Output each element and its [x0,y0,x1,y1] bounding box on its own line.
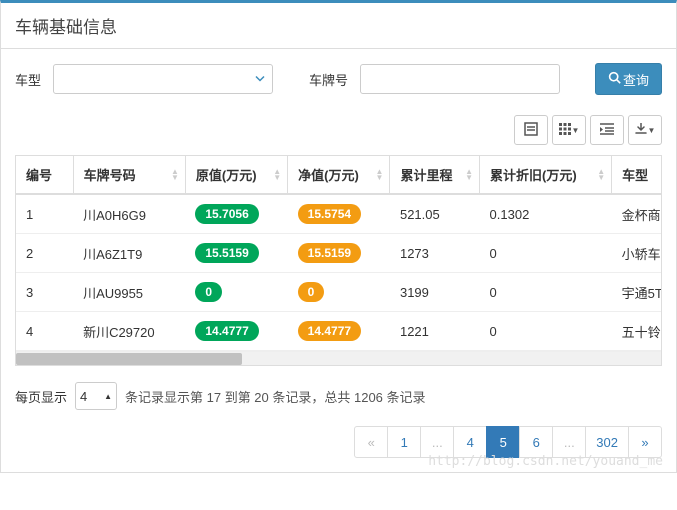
net-badge: 15.5754 [298,204,361,224]
page-size-select[interactable]: 4 ▲ [75,382,117,410]
table-row[interactable]: 4新川C29720 14.4777 14.4777 12210五十铃牌车 [16,312,662,351]
cell-original: 15.7056 [185,194,287,234]
cell-net: 0 [288,273,390,312]
indent-icon [600,123,614,138]
search-icon [608,71,621,87]
cell-original: 14.4777 [185,312,287,351]
cell-type: 小轿车 [612,234,662,273]
search-row: 车型 车牌号 查询 [15,63,662,95]
cell-plate: 新川C29720 [73,312,185,351]
cell-net: 15.5754 [288,194,390,234]
list-icon [524,122,538,139]
cell-type: 宇通5T拖 [612,273,662,312]
page-6[interactable]: 6 [519,426,553,458]
col-depr[interactable]: 累计折旧(万元)▲▼ [480,156,612,194]
net-badge: 15.5159 [298,243,361,263]
page-next[interactable]: » [628,426,662,458]
col-mileage[interactable]: 累计里程▲▼ [390,156,480,194]
cell-mileage: 1221 [390,312,480,351]
horizontal-scrollbar[interactable] [16,351,661,365]
caret-down-icon: ▼ [572,126,580,135]
footer-row: 每页显示 4 ▲ 条记录显示第 17 到第 20 条记录，总共 1206 条记录 [15,382,662,410]
type-select[interactable] [53,64,273,94]
table-wrap: 编号 车牌号码▲▼ 原值(万元)▲▼ 净值(万元)▲▼ 累计里程▲▼ 累计折旧(… [15,155,662,366]
page-1[interactable]: 1 [387,426,421,458]
cell-id: 1 [16,194,73,234]
cell-id: 4 [16,312,73,351]
cell-id: 3 [16,273,73,312]
page-size-label: 每页显示 [15,387,67,406]
records-info: 条记录显示第 17 到第 20 条记录，总共 1206 条记录 [125,387,426,406]
export-button[interactable]: ▼ [628,115,662,145]
query-button[interactable]: 查询 [595,63,662,95]
table-row[interactable]: 3川AU99550031990宇通5T拖 [16,273,662,312]
net-badge: 0 [298,282,325,302]
cell-plate: 川A6Z1T9 [73,234,185,273]
cell-mileage: 1273 [390,234,480,273]
net-badge: 14.4777 [298,321,361,341]
panel-body: 车型 车牌号 查询 [1,49,676,472]
cell-type: 金杯商务车 [612,194,662,234]
page-prev[interactable]: « [354,426,388,458]
page-5-active[interactable]: 5 [486,426,520,458]
cell-plate: 川AU9955 [73,273,185,312]
col-id[interactable]: 编号 [16,156,73,194]
columns-button[interactable]: ▼ [552,115,586,145]
col-plate[interactable]: 车牌号码▲▼ [73,156,185,194]
cell-original: 0 [185,273,287,312]
export-icon [635,123,647,138]
cell-original: 15.5159 [185,234,287,273]
page-ellipsis: ... [552,426,586,458]
col-net[interactable]: 净值(万元)▲▼ [288,156,390,194]
table-toolbar: ▼ ▼ [15,115,662,145]
panel: 车辆基础信息 车型 车牌号 查询 [0,0,677,473]
col-original[interactable]: 原值(万元)▲▼ [185,156,287,194]
table-row[interactable]: 1川A0H6G9 15.7056 15.5754 521.050.1302金杯商务车 [16,194,662,234]
data-table: 编号 车牌号码▲▼ 原值(万元)▲▼ 净值(万元)▲▼ 累计里程▲▼ 累计折旧(… [16,156,662,351]
original-badge: 15.7056 [195,204,258,224]
sort-icon: ▲▼ [273,169,281,181]
cell-depr: 0 [480,312,612,351]
query-button-label: 查询 [623,70,649,89]
caret-up-icon: ▲ [104,392,112,401]
grid-icon [559,123,571,138]
cell-net: 14.4777 [288,312,390,351]
refresh-button[interactable] [590,115,624,145]
sort-icon: ▲▼ [171,169,179,181]
original-badge: 14.4777 [195,321,258,341]
sort-icon: ▲▼ [465,169,473,181]
original-badge: 0 [195,282,222,302]
scroll-thumb[interactable] [16,353,242,365]
pagination: « 1 ... 4 5 6 ... 302 » [15,426,662,458]
original-badge: 15.5159 [195,243,258,263]
page-ellipsis: ... [420,426,454,458]
page-302[interactable]: 302 [585,426,629,458]
cell-net: 15.5159 [288,234,390,273]
cell-plate: 川A0H6G9 [73,194,185,234]
cell-mileage: 3199 [390,273,480,312]
cell-depr: 0 [480,234,612,273]
cell-id: 2 [16,234,73,273]
sort-icon: ▲▼ [597,169,605,181]
cell-depr: 0 [480,273,612,312]
type-label: 车型 [15,70,41,89]
plate-input[interactable] [360,64,560,94]
page-4[interactable]: 4 [453,426,487,458]
sort-icon: ▲▼ [376,169,384,181]
cell-type: 五十铃牌车 [612,312,662,351]
panel-title: 车辆基础信息 [1,3,676,49]
table-row[interactable]: 2川A6Z1T9 15.5159 15.5159 12730小轿车 [16,234,662,273]
cell-depr: 0.1302 [480,194,612,234]
col-type[interactable]: 车型 [612,156,662,194]
toggle-pagination-button[interactable] [514,115,548,145]
plate-label: 车牌号 [309,70,348,89]
cell-mileage: 521.05 [390,194,480,234]
caret-down-icon: ▼ [648,126,656,135]
